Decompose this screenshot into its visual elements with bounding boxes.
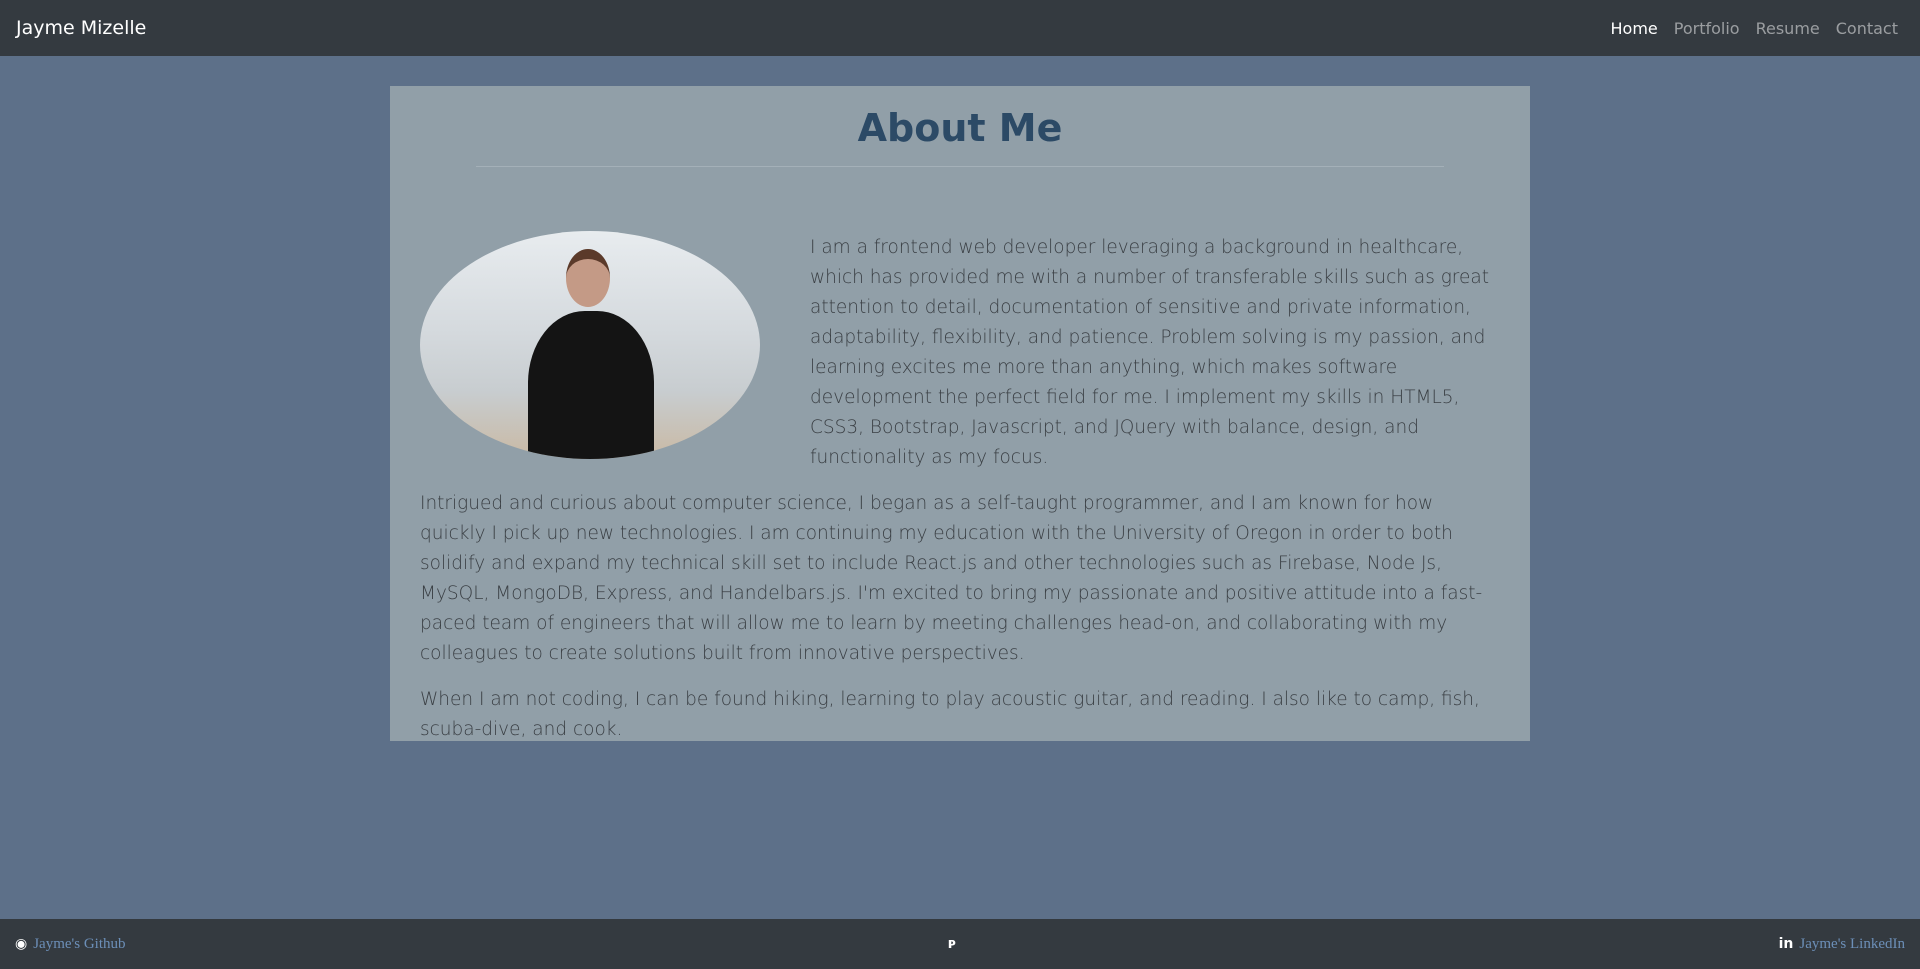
about-card: About Me I am a frontend web developer l… bbox=[390, 86, 1530, 741]
about-paragraph: When I am not coding, I can be found hik… bbox=[420, 689, 1480, 740]
nav-links: Home Portfolio Resume Contact bbox=[1611, 19, 1898, 38]
linkedin-link[interactable]: in Jayme's LinkedIn bbox=[1779, 936, 1905, 953]
github-link[interactable]: ◉ Jayme's Github bbox=[15, 936, 126, 953]
nav-resume[interactable]: Resume bbox=[1756, 19, 1820, 38]
github-icon: ◉ bbox=[15, 936, 28, 952]
footer: ◉ Jayme's Github ᴘ in Jayme's LinkedIn bbox=[0, 919, 1920, 969]
nav-portfolio[interactable]: Portfolio bbox=[1674, 19, 1740, 38]
github-label: Jayme's Github bbox=[33, 935, 126, 952]
profile-photo bbox=[420, 231, 760, 459]
linkedin-icon: in bbox=[1778, 936, 1794, 952]
linkedin-label: Jayme's LinkedIn bbox=[1799, 935, 1905, 952]
brand[interactable]: Jayme Mizelle bbox=[16, 17, 146, 39]
page-title: About Me bbox=[857, 106, 1063, 150]
about-paragraph: Intrigued and curious about computer sci… bbox=[420, 493, 1483, 664]
logo-icon: ᴘ bbox=[948, 936, 956, 952]
nav-contact[interactable]: Contact bbox=[1836, 19, 1898, 38]
divider bbox=[476, 166, 1444, 167]
navbar: Jayme Mizelle Home Portfolio Resume Cont… bbox=[0, 0, 1920, 56]
about-content: I am a frontend web developer leveraging… bbox=[420, 231, 1500, 745]
nav-home[interactable]: Home bbox=[1611, 19, 1658, 38]
